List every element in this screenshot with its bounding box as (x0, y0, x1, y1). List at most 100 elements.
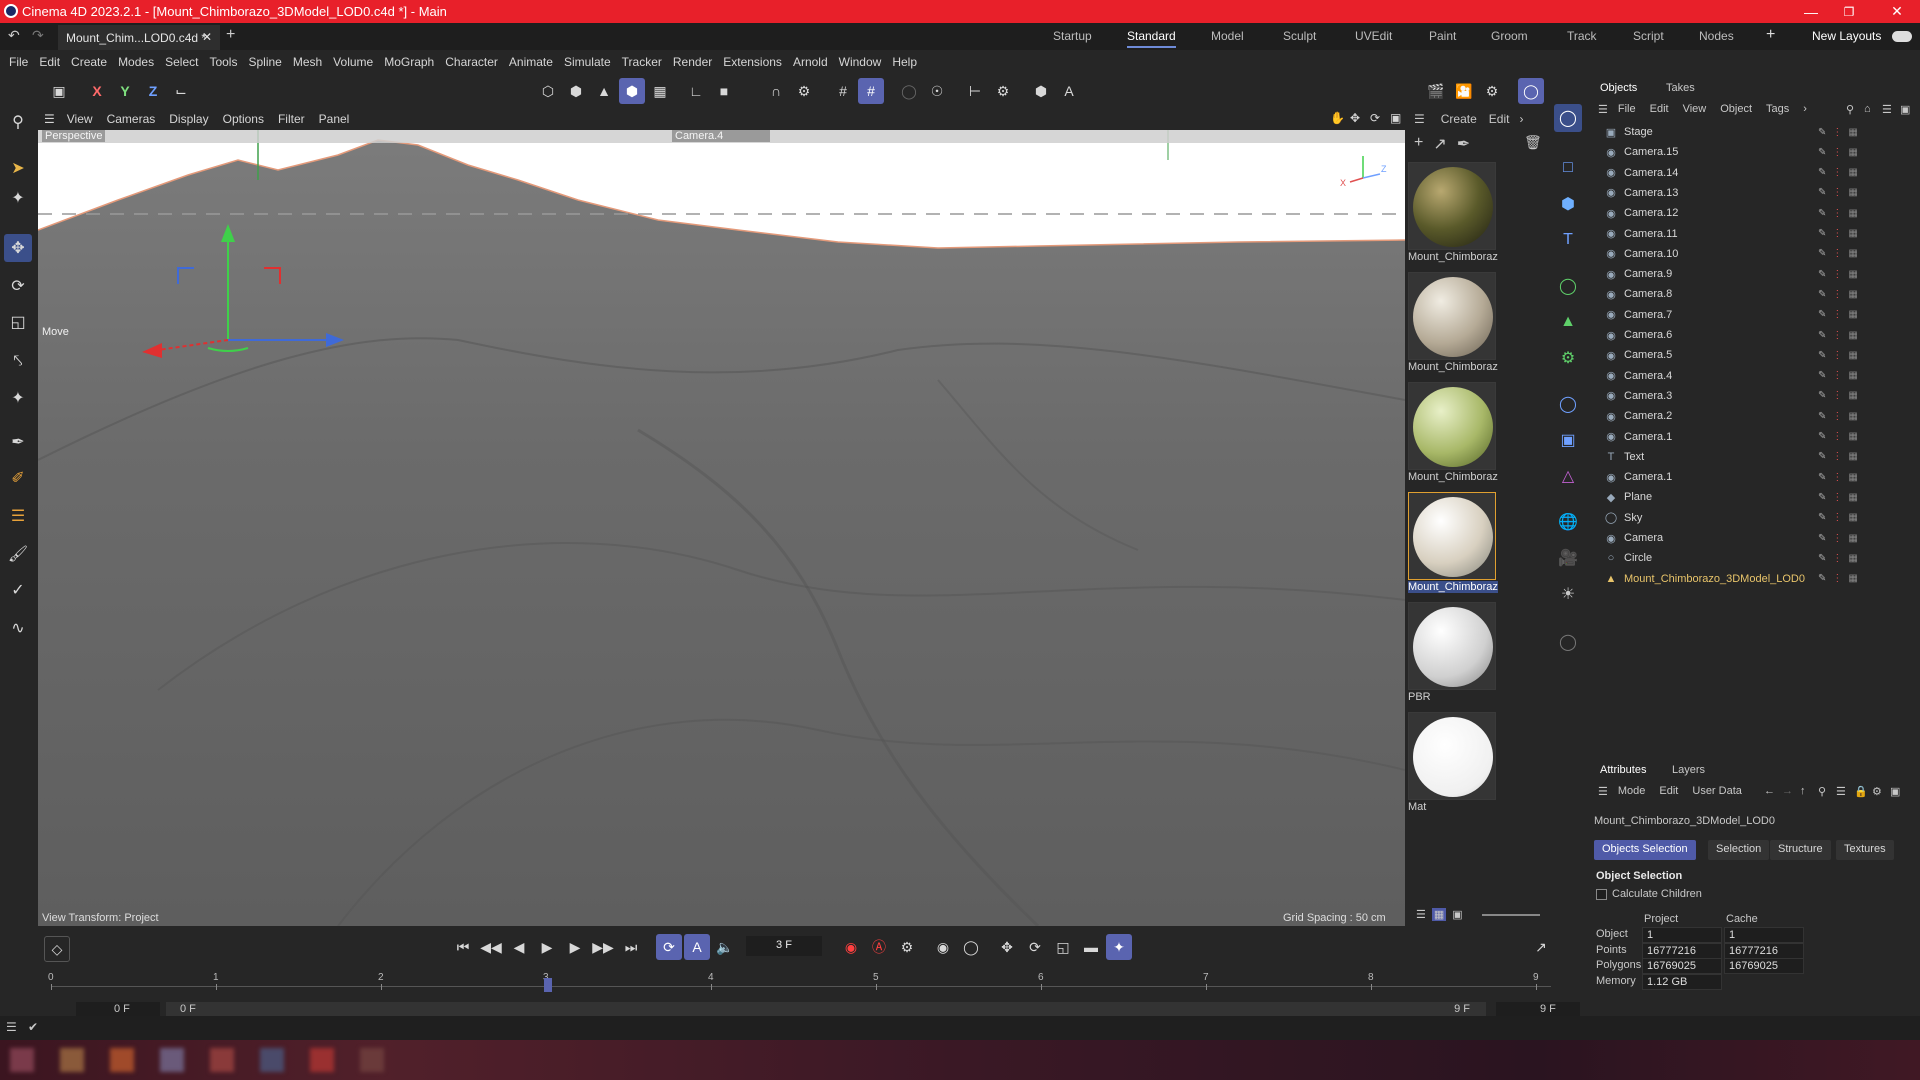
status-check-icon[interactable]: ✔ (28, 1020, 38, 1034)
taskbar-app-icon[interactable] (10, 1048, 34, 1072)
object-row[interactable]: ◉ Camera.10 ✎ ⋮ ▦ (1604, 244, 1908, 264)
attribute-menu-user-data[interactable]: User Data (1692, 785, 1742, 797)
menu-select[interactable]: Select (165, 55, 198, 69)
close-icon[interactable]: ✕ (1874, 0, 1920, 23)
object-menu-file[interactable]: File (1618, 103, 1636, 115)
layout-tab-script[interactable]: Script (1633, 29, 1664, 43)
rotate-tool-icon[interactable]: ⟳ (4, 272, 32, 300)
menu-simulate[interactable]: Simulate (564, 55, 611, 69)
material-item[interactable]: Mount_Chimboraz (1408, 272, 1498, 373)
deformer-tool-icon[interactable]: ✦ (4, 384, 32, 412)
attribute-menu-icon[interactable]: ☰ (1598, 785, 1608, 798)
object-row[interactable]: ◉ Camera.15 ✎ ⋮ ▦ (1604, 142, 1908, 162)
object-row[interactable]: ◉ Camera.13 ✎ ⋮ ▦ (1604, 183, 1908, 203)
light-icon[interactable]: ☀ (1554, 580, 1582, 608)
menu-tracker[interactable]: Tracker (622, 55, 662, 69)
menu-character[interactable]: Character (445, 55, 498, 69)
material-zoom-slider[interactable] (1482, 914, 1540, 916)
loop-icon[interactable]: ⟳ (656, 934, 682, 960)
select-tool-icon[interactable]: ➤ (4, 154, 32, 182)
object-menu-edit[interactable]: Edit (1650, 103, 1669, 115)
object-visibility-flags[interactable]: ✎ ⋮ ▦ (1818, 512, 1858, 523)
key-pla-icon[interactable]: ✦ (1106, 934, 1132, 960)
key-rotation-icon[interactable]: ⟳ (1022, 934, 1048, 960)
move-tool-icon[interactable]: ✥ (4, 234, 32, 262)
playhead[interactable] (544, 978, 552, 992)
menu-modes[interactable]: Modes (118, 55, 154, 69)
axis-mode-icon[interactable]: ∟ (683, 78, 709, 104)
generator-icon[interactable]: ◯ (1554, 272, 1582, 300)
snap-icon[interactable]: ∩ (763, 78, 789, 104)
active-camera-label[interactable]: Camera.4 (672, 130, 770, 142)
taskbar-app-icon[interactable] (110, 1048, 134, 1072)
filter-icon[interactable]: ☰ (1882, 103, 1892, 116)
object-visibility-flags[interactable]: ✎ ⋮ ▦ (1818, 431, 1858, 442)
layout-tab-paint[interactable]: Paint (1429, 29, 1456, 43)
playback-rate-icon[interactable]: A (684, 934, 710, 960)
auto-icon[interactable]: A (1056, 78, 1082, 104)
tweak-settings-icon[interactable]: ⚙ (990, 78, 1016, 104)
object-row[interactable]: ◉ Camera.7 ✎ ⋮ ▦ (1604, 305, 1908, 325)
trash-icon[interactable]: 🗑 (1524, 134, 1542, 151)
menu-extensions[interactable]: Extensions (723, 55, 782, 69)
object-row[interactable]: ◉ Camera.5 ✎ ⋮ ▦ (1604, 345, 1908, 365)
layout-tab-groom[interactable]: Groom (1491, 29, 1528, 43)
grid-snap-icon[interactable]: # (830, 78, 856, 104)
object-visibility-flags[interactable]: ✎ ⋮ ▦ (1818, 553, 1858, 564)
move-gizmo[interactable] (138, 220, 358, 380)
object-row[interactable]: ▲ Mount_Chimborazo_3DModel_LOD0 ✎ ⋮ ▦ (1604, 569, 1908, 589)
taskbar-app-icon[interactable] (60, 1048, 84, 1072)
locked-workplane-icon[interactable]: ☉ (924, 78, 950, 104)
object-visibility-flags[interactable]: ✎ ⋮ ▦ (1818, 472, 1858, 483)
settings-icon[interactable]: ⚙ (1872, 785, 1882, 798)
object-menu-view[interactable]: View (1683, 103, 1707, 115)
object-visibility-flags[interactable]: ✎ ⋮ ▦ (1818, 350, 1858, 361)
mograph-icon[interactable]: △ (1554, 462, 1582, 490)
edges-mode-icon[interactable]: ⬢ (563, 78, 589, 104)
layout-tab-track[interactable]: Track (1567, 29, 1597, 43)
add-material-icon[interactable]: + (1414, 134, 1423, 154)
lock-icon[interactable]: 🔒 (1854, 785, 1868, 798)
maximize-view-icon[interactable]: ▣ (1390, 111, 1401, 125)
key-scale-icon[interactable]: ◱ (1050, 934, 1076, 960)
object-row[interactable]: ◉ Camera.14 ✎ ⋮ ▦ (1604, 163, 1908, 183)
key-position-icon[interactable]: ✥ (994, 934, 1020, 960)
object-menu-icon[interactable]: ☰ (1598, 103, 1608, 116)
deformer-icon[interactable]: ◯ (1554, 390, 1582, 418)
back-arrow-icon[interactable]: ← (1764, 785, 1775, 797)
play-icon[interactable]: ▶ (534, 934, 560, 960)
object-row[interactable]: ◉ Camera.1 ✎ ⋮ ▦ (1604, 427, 1908, 447)
chevron-right-icon[interactable]: › (1803, 103, 1807, 115)
material-menu-icon[interactable]: ☰ (1414, 112, 1425, 126)
add-layout-icon[interactable]: + (1766, 26, 1775, 44)
tab-takes[interactable]: Takes (1666, 82, 1695, 94)
render-to-picture-viewer-icon[interactable]: 🎦 (1451, 78, 1477, 104)
material-menu-edit[interactable]: Edit (1489, 112, 1510, 126)
layout-tab-uvedit[interactable]: UVEdit (1355, 29, 1392, 43)
add-tab-icon[interactable]: + (226, 26, 235, 44)
layout-tab-startup[interactable]: Startup (1053, 29, 1092, 43)
taskbar-app-icon[interactable] (210, 1048, 234, 1072)
new-window-icon[interactable]: ▣ (1900, 103, 1910, 116)
sound-icon[interactable]: 🔈 (712, 934, 738, 960)
object-visibility-flags[interactable]: ✎ ⋮ ▦ (1818, 573, 1858, 584)
transform-tool-icon[interactable]: ⤣ (4, 348, 32, 376)
taskbar-app-icon[interactable] (260, 1048, 284, 1072)
search-icon[interactable]: ⚲ (1846, 103, 1854, 116)
modeling-axis-icon[interactable]: ⊢ (962, 78, 988, 104)
tab-structure[interactable]: Structure (1770, 840, 1831, 860)
previous-frame-icon[interactable]: ◀ (506, 934, 532, 960)
search-icon[interactable]: ⚲ (4, 108, 32, 136)
x-axis-toggle[interactable]: X (84, 78, 110, 104)
tab-objects[interactable]: Objects (1600, 82, 1637, 94)
viewport-menu-panel[interactable]: Panel (319, 112, 350, 126)
document-tab[interactable]: Mount_Chim...LOD0.c4d * ✕ (58, 25, 220, 50)
object-visibility-flags[interactable]: ✎ ⋮ ▦ (1818, 187, 1858, 198)
object-visibility-flags[interactable]: ✎ ⋮ ▦ (1818, 248, 1858, 259)
object-row[interactable]: ◉ Camera.1 ✎ ⋮ ▦ (1604, 467, 1908, 487)
bridge-icon[interactable]: ☰ (4, 502, 32, 530)
layout-tab-nodes[interactable]: Nodes (1699, 29, 1734, 43)
tab-selection[interactable]: Selection (1708, 840, 1770, 860)
object-visibility-flags[interactable]: ✎ ⋮ ▦ (1818, 167, 1858, 178)
status-menu-icon[interactable]: ☰ (6, 1020, 17, 1034)
